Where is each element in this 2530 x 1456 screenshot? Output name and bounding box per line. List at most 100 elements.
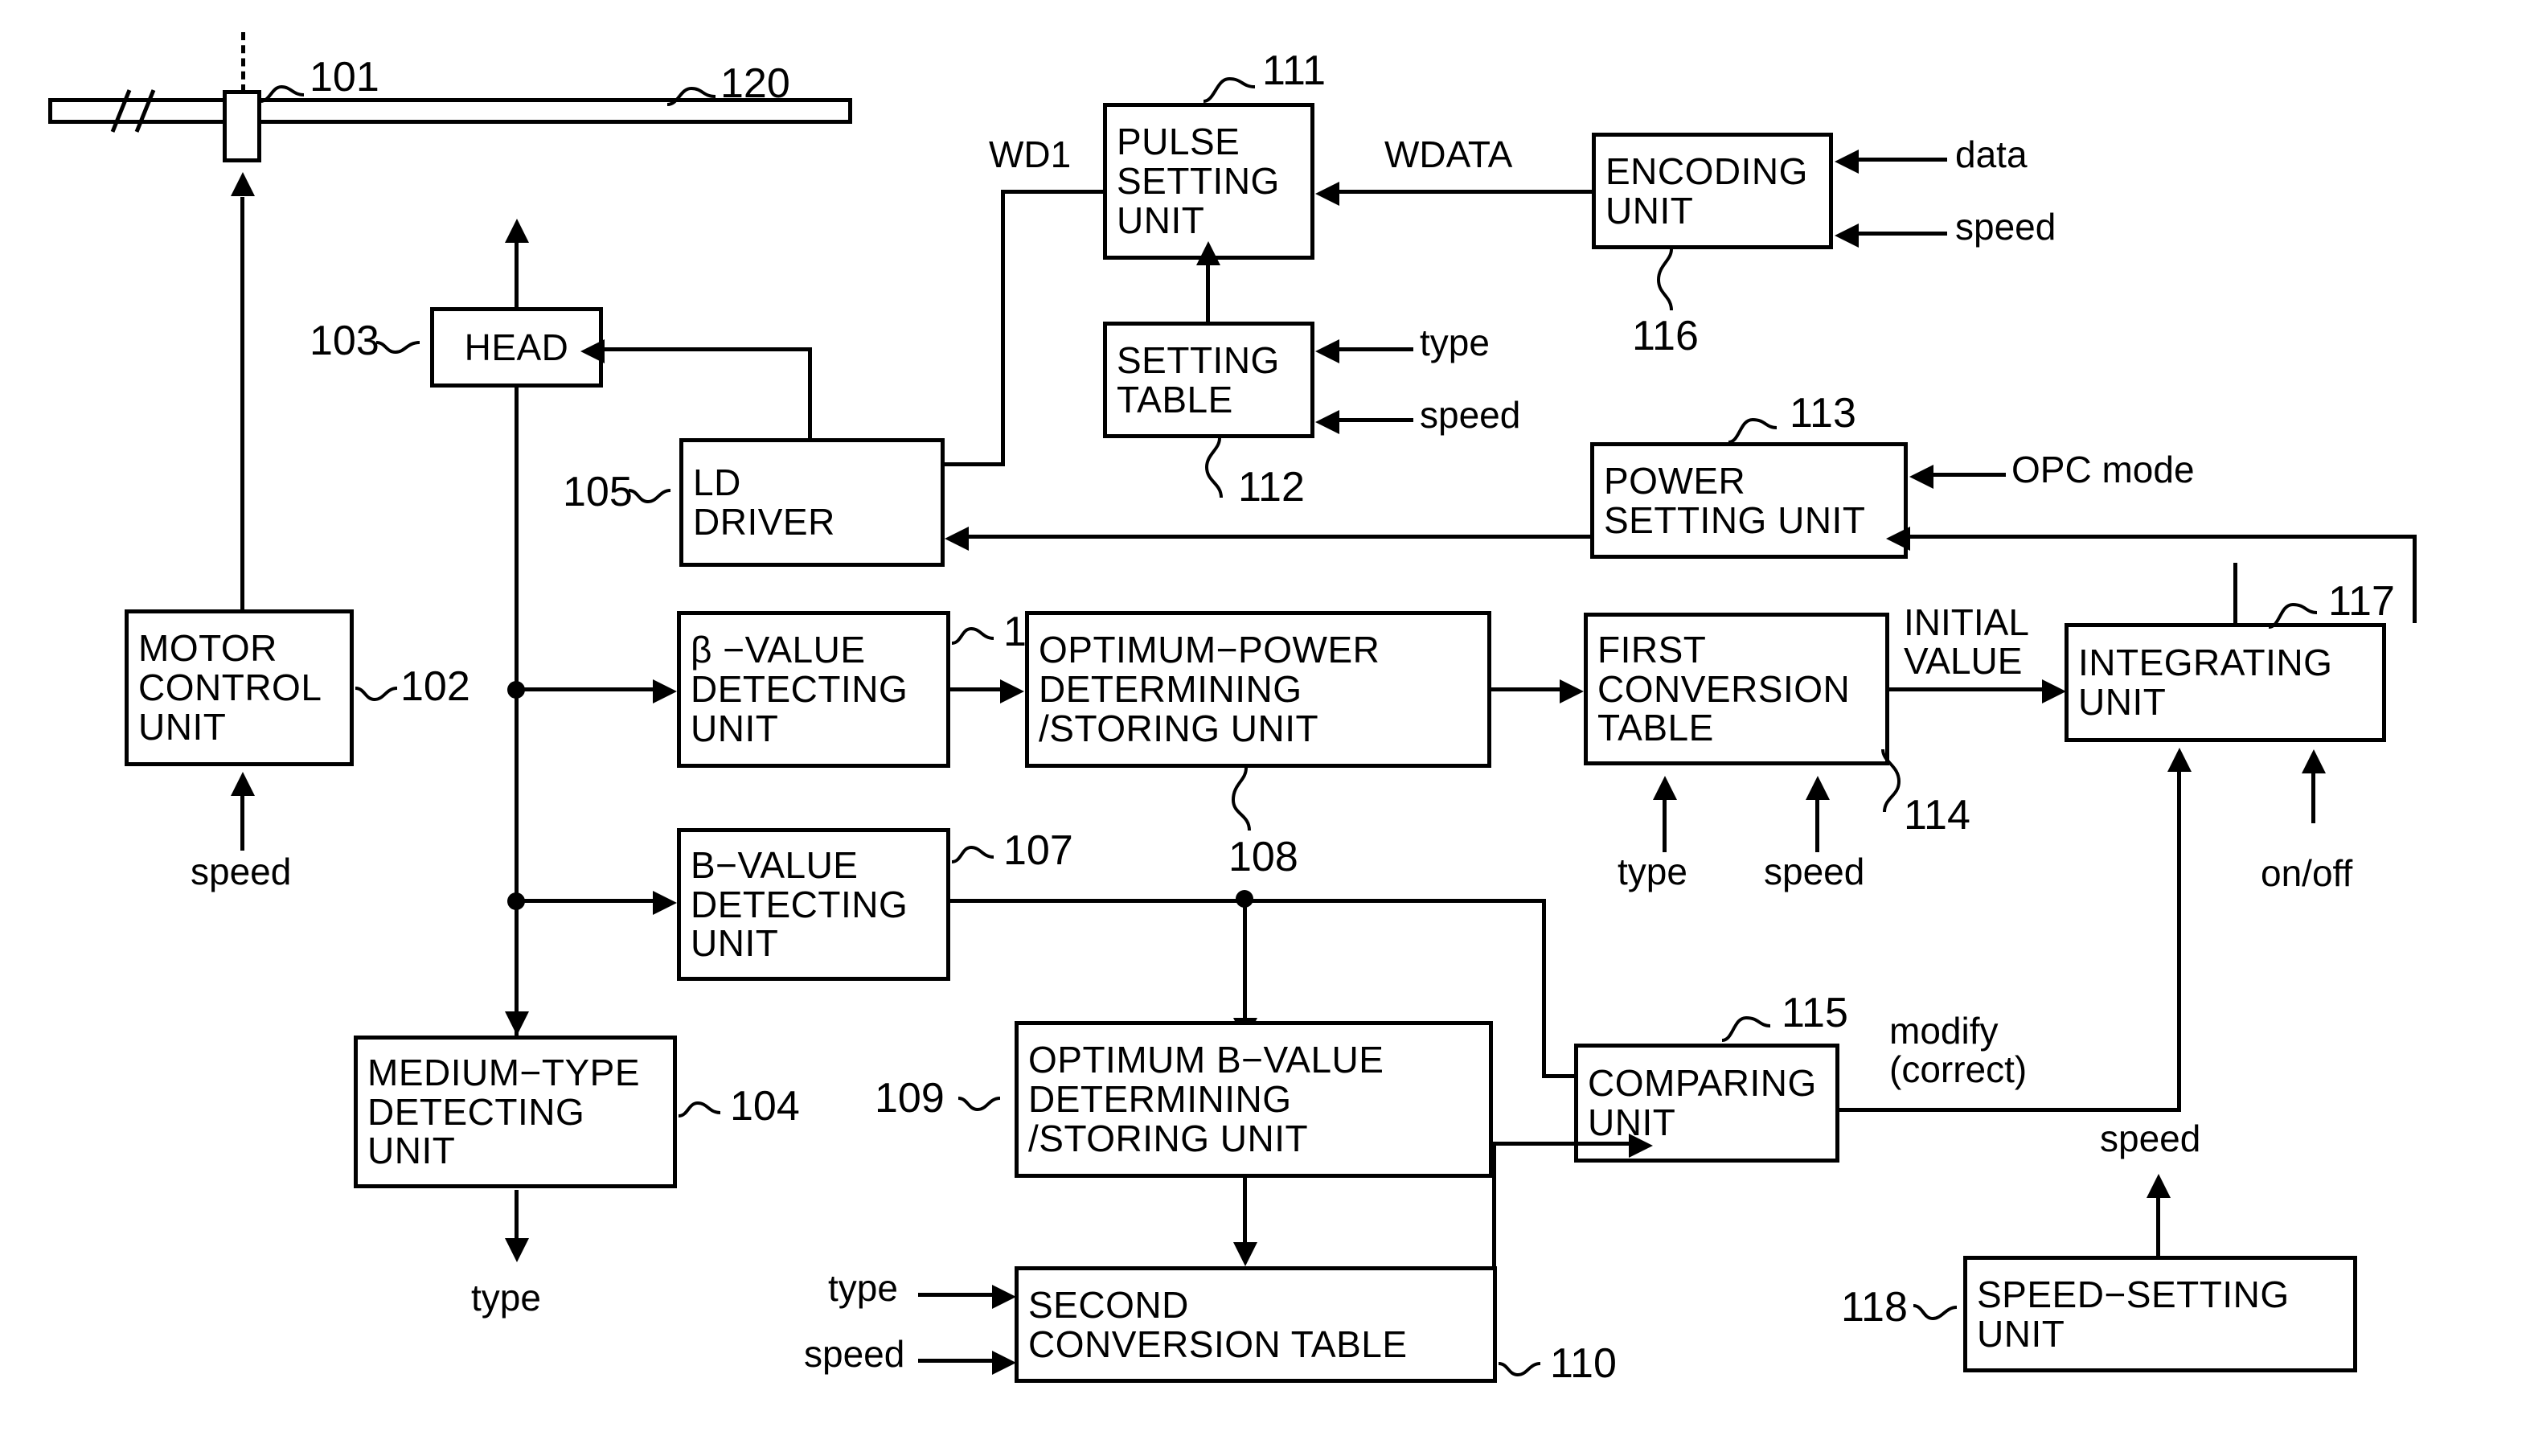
ref-110-leader [1498, 1362, 1541, 1377]
encoding-unit-line-1: ENCODING [1605, 150, 1808, 192]
speed-secondconv-line [918, 1359, 992, 1363]
ref-107: 107 [1003, 827, 1073, 874]
first-conversion-table-line-2: CONVERSION [1597, 667, 1851, 710]
signal-wdata: WDATA [1384, 133, 1513, 175]
patent-figure-canvas: 101 120 HEAD 103 PULSE SETTING UNIT 111 … [0, 0, 2530, 1456]
secondconv-to-comparing-h [1492, 1142, 1630, 1146]
speed-out-v [2156, 1198, 2160, 1257]
speed-motor-line [240, 796, 244, 851]
ref-107-leader [951, 845, 994, 863]
second-conversion-table-line-2: CONVERSION TABLE [1028, 1323, 1408, 1365]
wdata-line [1339, 190, 1595, 194]
speed-firstconv-line [1815, 800, 1819, 852]
settingtable-to-pulse-arrowhead [1196, 241, 1220, 265]
signal-type-firstconv: type [1618, 851, 1687, 892]
ref-109: 109 [875, 1075, 945, 1122]
ref-111: 111 [1262, 47, 1327, 94]
ref-112: 112 [1238, 464, 1305, 511]
integrating-to-power-h [1910, 535, 2417, 539]
firstconv-to-integrating-line [1889, 687, 2042, 691]
ref-118-leader [1913, 1304, 1958, 1321]
setting-table-line-2: TABLE [1117, 378, 1233, 420]
signal-initial-value-line-1: INITIAL [1904, 601, 2029, 643]
signal-type-mediumtype-out: type [471, 1277, 541, 1319]
beta-to-optimumpower-arrowhead [1000, 679, 1024, 703]
type-secondconv-arrowhead [992, 1285, 1016, 1309]
type-secondconv-line [918, 1293, 992, 1297]
wd1-line-v [1001, 190, 1005, 466]
encoding-unit-line-2: UNIT [1605, 189, 1694, 232]
spindle-axis-dashed [241, 32, 245, 92]
speed-settingtable-arrowhead [1315, 410, 1339, 434]
ld-driver-block: LD DRIVER [679, 438, 945, 567]
optimum-power-line-1: OPTIMUM−POWER [1039, 629, 1380, 671]
speed-firstconv-arrowhead [1806, 776, 1830, 800]
optimum-power-line-3: /STORING UNIT [1039, 707, 1319, 749]
bus-to-bvalue-arrowhead [653, 891, 677, 915]
speed-out-arrowhead [2147, 1174, 2171, 1198]
beta-value-detecting-unit-line-3: UNIT [691, 707, 779, 749]
optimumpower-to-firstconv-line [1491, 687, 1560, 691]
ref-116-leader [1656, 248, 1673, 311]
signal-speed-encoding: speed [1955, 206, 2056, 248]
modify-to-integrating-arrowhead [2167, 748, 2192, 772]
optimum-power-line-2: DETERMINING [1039, 668, 1302, 711]
motor-control-unit-line-3: UNIT [138, 705, 227, 748]
beta-value-detecting-unit-line-1: β −VALUE [691, 629, 866, 671]
motor-control-unit-block: MOTOR CONTROL UNIT [125, 609, 354, 766]
motor-control-unit-line-1: MOTOR [138, 627, 277, 670]
mediumtype-type-out-v [515, 1190, 519, 1240]
pulse-setting-unit-line-1: PULSE [1117, 121, 1240, 163]
medium-type-detecting-unit-block: MEDIUM−TYPE DETECTING UNIT [354, 1036, 677, 1188]
pulse-setting-unit-line-3: UNIT [1117, 199, 1205, 241]
beta-value-detecting-unit-line-2: DETECTING [691, 668, 908, 711]
bus-to-bvalue-line [515, 899, 653, 903]
head-label: HEAD [464, 326, 569, 368]
speed-setting-unit-line-1: SPEED−SETTING [1977, 1273, 2290, 1315]
signal-modify-line-1: modify [1889, 1010, 1999, 1052]
ref-120: 120 [720, 60, 790, 107]
onoff-arrowhead [2302, 749, 2326, 773]
onoff-line [2311, 773, 2315, 823]
settingtable-to-pulse-line [1206, 264, 1210, 323]
ref-106-leader [951, 626, 994, 645]
ref-109-leader [957, 1097, 1001, 1112]
medium-type-line-1: MEDIUM−TYPE [367, 1051, 641, 1093]
motor-to-spindle-line [240, 197, 244, 611]
signal-speed-secondconv: speed [804, 1333, 905, 1375]
ref-117: 117 [2328, 578, 2395, 625]
power-setting-unit-block: POWER SETTING UNIT [1590, 442, 1908, 559]
ref-118: 118 [1841, 1284, 1908, 1331]
ref-104: 104 [730, 1083, 800, 1130]
bus-to-beta-line [515, 687, 653, 691]
power-to-lddriver-line [969, 535, 1592, 539]
ref-115: 115 [1782, 990, 1848, 1036]
integrating-to-power-arrowhead [1886, 527, 1910, 551]
secondconv-to-comparing-arrowhead [1629, 1134, 1653, 1158]
ld-driver-line-2: DRIVER [693, 501, 835, 543]
b-value-detecting-unit-line-3: UNIT [691, 922, 779, 965]
motor-control-unit-line-2: CONTROL [138, 666, 322, 709]
type-settingtable-arrowhead [1315, 339, 1339, 363]
second-conversion-table-line-1: SECOND [1028, 1283, 1189, 1326]
lddriver-to-head-h [605, 347, 812, 351]
ref-105: 105 [563, 469, 633, 515]
lddriver-to-head-v [808, 347, 812, 441]
ref-114: 114 [1904, 792, 1970, 839]
signal-on-off: on/off [2261, 852, 2353, 894]
speed-setting-unit-line-2: UNIT [1977, 1312, 2065, 1355]
lddriver-to-head-arrowhead [580, 339, 605, 363]
ld-driver-line-1: LD [693, 461, 741, 504]
first-conversion-table-line-3: TABLE [1597, 707, 1714, 749]
optimum-b-value-line-2: DETERMINING [1028, 1078, 1292, 1121]
bvalue-to-optimumb-v [1243, 899, 1247, 1018]
ref-105-leader [628, 489, 671, 504]
speed-settingtable-line [1339, 418, 1413, 422]
comparing-unit-line-1: COMPARING [1588, 1062, 1817, 1105]
signal-wd1: WD1 [989, 133, 1072, 175]
type-firstconv-line [1663, 800, 1667, 852]
ref-102: 102 [400, 663, 470, 710]
ref-104-leader [678, 1101, 721, 1118]
integrating-unit-line-2: UNIT [2078, 681, 2167, 723]
signal-type-secondconv: type [828, 1267, 898, 1309]
